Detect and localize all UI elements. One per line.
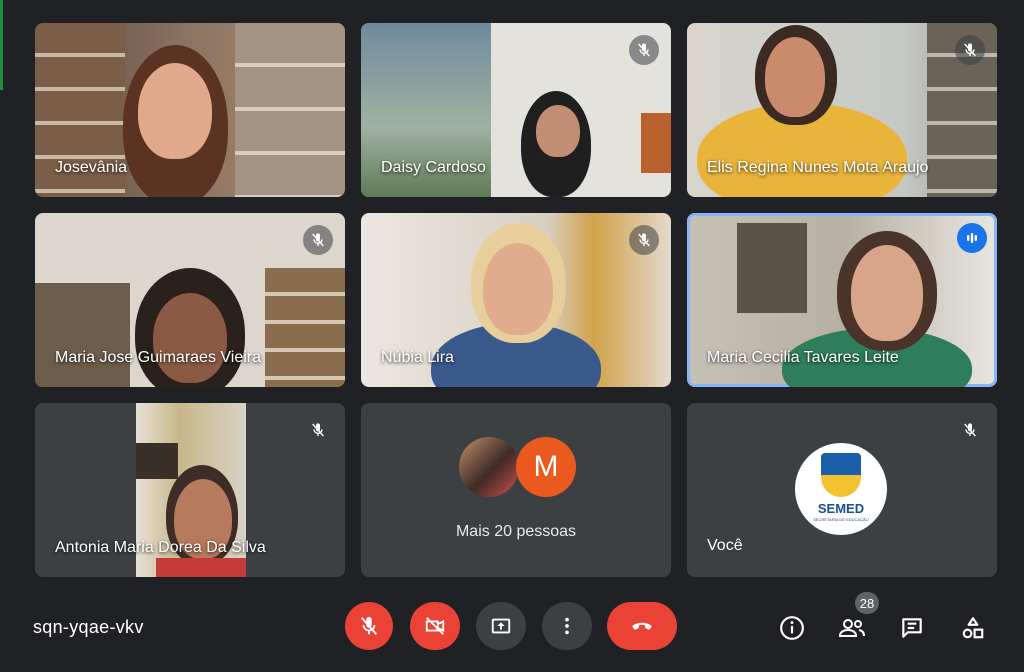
participant-tile-maria-jose[interactable]: Maria Jose Guimaraes Vieira <box>35 213 345 387</box>
meeting-code: sqn-yqae-vkv <box>33 617 144 637</box>
participant-name: Maria Cecilia Tavares Leite <box>707 349 899 366</box>
camera-off-icon <box>425 617 445 635</box>
chat-icon <box>902 618 922 638</box>
participant-count-badge: 28 <box>855 592 879 614</box>
info-icon <box>780 616 804 640</box>
mic-off-icon <box>964 423 976 437</box>
others-avatar-photo <box>459 437 519 497</box>
people-icon <box>838 619 865 637</box>
mic-off-icon <box>964 43 976 57</box>
chat-button[interactable] <box>892 608 932 648</box>
leave-call-button[interactable] <box>607 602 677 650</box>
participant-name: Daisy Cardoso <box>381 159 486 176</box>
activities-button[interactable] <box>953 608 993 648</box>
furniture <box>35 283 130 387</box>
others-avatar-initial: M <box>516 437 576 497</box>
participant-face <box>138 63 212 159</box>
more-vertical-icon <box>565 617 569 635</box>
present-screen-button[interactable] <box>476 602 526 650</box>
semed-logo-text: SEMED <box>817 501 865 516</box>
participant-tile-maria-cecilia[interactable]: Maria Cecilia Tavares Leite <box>687 213 997 387</box>
mic-off-icon <box>638 43 650 57</box>
participant-tile-josevania[interactable]: Josevânia <box>35 23 345 197</box>
present-screen-icon <box>491 618 511 634</box>
window-accent-edge <box>0 0 3 90</box>
participants-button[interactable] <box>832 608 872 648</box>
others-tile[interactable]: M Mais 20 pessoas <box>361 403 671 577</box>
self-label: Você <box>707 537 743 554</box>
participant-name: Maria Jose Guimaraes Vieira <box>55 349 262 366</box>
wall-art <box>737 223 807 313</box>
participant-tile-elis-regina[interactable]: Elis Regina Nunes Mota Araujo <box>687 23 997 197</box>
participant-face <box>483 243 553 335</box>
more-options-button[interactable] <box>542 602 592 650</box>
mic-off-indicator <box>955 35 985 65</box>
others-count-label: Mais 20 pessoas <box>455 523 577 540</box>
mic-off-indicator <box>955 415 985 445</box>
participant-face <box>765 37 825 117</box>
participant-name: Antonia Maria Dorea Da Silva <box>55 539 266 556</box>
meeting-details-button[interactable] <box>772 608 812 648</box>
activities-icon <box>962 617 984 639</box>
participant-name: Josevânia <box>55 159 128 176</box>
mic-off-indicator <box>629 225 659 255</box>
hang-up-icon <box>632 622 652 630</box>
participant-tile-nubia-lira[interactable]: Núbia Lira <box>361 213 671 387</box>
semed-crest-icon <box>821 453 861 497</box>
mic-off-indicator <box>303 225 333 255</box>
participant-face <box>153 293 227 383</box>
mic-off-indicator <box>303 415 333 445</box>
participant-name: Núbia Lira <box>381 349 454 366</box>
bookshelf-right <box>235 23 345 197</box>
participant-tile-daisy-cardoso[interactable]: Daisy Cardoso <box>361 23 671 197</box>
mic-off-indicator <box>629 35 659 65</box>
bookshelf <box>265 268 345 387</box>
participant-name: Elis Regina Nunes Mota Araujo <box>707 159 929 176</box>
semed-logo: SEMED SECRETARIA DE EDUCAÇÃO <box>795 443 887 535</box>
tv-screen <box>136 443 178 479</box>
mic-off-icon <box>638 233 650 247</box>
self-tile[interactable]: SEMED SECRETARIA DE EDUCAÇÃO Você <box>687 403 997 577</box>
mic-toggle-button[interactable] <box>345 602 393 650</box>
participant-face <box>851 245 923 341</box>
participant-tile-antonia-maria[interactable]: Antonia Maria Dorea Da Silva <box>35 403 345 577</box>
speaking-indicator <box>957 223 987 253</box>
wall-frame <box>641 113 671 173</box>
mic-off-icon <box>312 423 324 437</box>
camera-toggle-button[interactable] <box>410 602 460 650</box>
mic-off-icon <box>312 233 324 247</box>
mic-off-icon <box>360 616 378 635</box>
participant-shirt <box>156 558 246 577</box>
participant-face <box>536 105 580 157</box>
semed-logo-subtext: SECRETARIA DE EDUCAÇÃO <box>813 517 869 522</box>
audio-level-icon <box>967 233 977 243</box>
